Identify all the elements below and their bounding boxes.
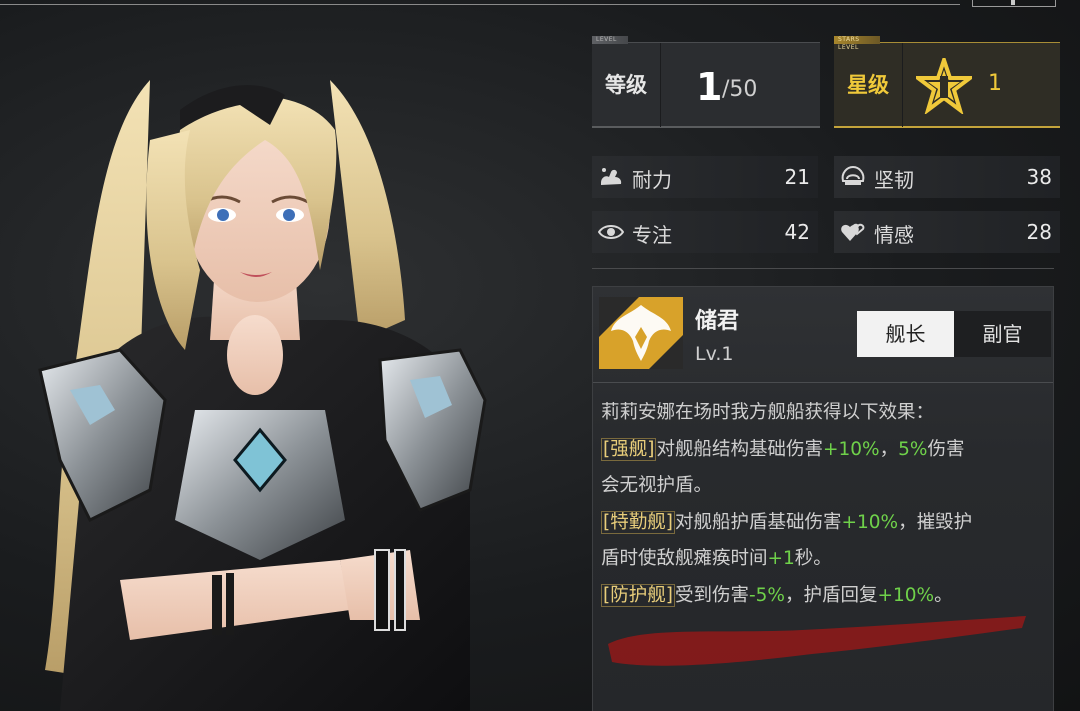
star-emblem-icon bbox=[916, 58, 972, 114]
attribute-value: 38 bbox=[1026, 165, 1052, 189]
star-level-card: STARS LEVEL 星级 1 bbox=[834, 36, 1060, 128]
hearts-icon bbox=[841, 223, 865, 241]
redaction-mark bbox=[608, 616, 1026, 666]
character-portrait bbox=[38, 80, 487, 711]
effect-keyword: [强舰] bbox=[601, 437, 657, 461]
star-level-value: 1 bbox=[988, 71, 1002, 96]
attribute-value: 42 bbox=[784, 220, 810, 244]
attribute-emotion: 情感 28 bbox=[834, 211, 1060, 253]
attribute-value: 28 bbox=[1026, 220, 1052, 244]
top-menu-bracket bbox=[972, 0, 1056, 7]
level-value: 1 bbox=[696, 65, 723, 109]
effect-line: [强舰] 对舰船结构基础伤害+10%，5%伤害 bbox=[601, 437, 965, 461]
attribute-tenacity: 坚韧 38 bbox=[834, 156, 1060, 198]
effect-keyword: [防护舰] bbox=[601, 583, 675, 607]
top-border-line bbox=[0, 4, 960, 5]
star-level-label: 星级 bbox=[834, 43, 903, 127]
attribute-value: 21 bbox=[784, 165, 810, 189]
attribute-name: 情感 bbox=[874, 223, 914, 247]
tab-captain[interactable]: 舰长 bbox=[857, 311, 954, 357]
panel-rule bbox=[593, 382, 1053, 383]
attribute-name: 坚韧 bbox=[874, 168, 914, 192]
skill-intro: 莉莉安娜在场时我方舰船获得以下效果： bbox=[601, 402, 935, 423]
skill-name: 储君 bbox=[695, 309, 740, 334]
effect-line: [特勤舰] 对舰船护盾基础伤害+10%，摧毁护 bbox=[601, 510, 973, 534]
winged-crest-icon bbox=[599, 297, 683, 369]
section-divider bbox=[592, 268, 1054, 269]
brain-shield-icon bbox=[841, 165, 865, 185]
tab-adjutant[interactable]: 副官 bbox=[954, 311, 1051, 357]
level-max: /50 bbox=[722, 77, 758, 102]
effect-line: 盾时使敌舰瘫痪时间+1秒。 bbox=[601, 548, 832, 569]
role-toggle: 舰长 副官 bbox=[857, 311, 1051, 357]
level-label: 等级 bbox=[592, 43, 661, 127]
flexed-arm-icon bbox=[601, 168, 622, 185]
effect-keyword: [特勤舰] bbox=[601, 510, 675, 534]
skill-level: Lv.1 bbox=[695, 343, 734, 365]
eye-icon bbox=[598, 225, 624, 239]
attribute-name: 专注 bbox=[632, 223, 672, 247]
attribute-focus: 专注 42 bbox=[592, 211, 818, 253]
attribute-endurance: 耐力 21 bbox=[592, 156, 818, 198]
skill-description: 莉莉安娜在场时我方舰船获得以下效果： [强舰] 对舰船结构基础伤害+10%，5%伤… bbox=[601, 395, 1047, 614]
effect-line: 会无视护盾。 bbox=[601, 475, 713, 496]
level-card: LEVEL 等级 1 /50 bbox=[592, 36, 820, 128]
attribute-name: 耐力 bbox=[632, 168, 672, 192]
